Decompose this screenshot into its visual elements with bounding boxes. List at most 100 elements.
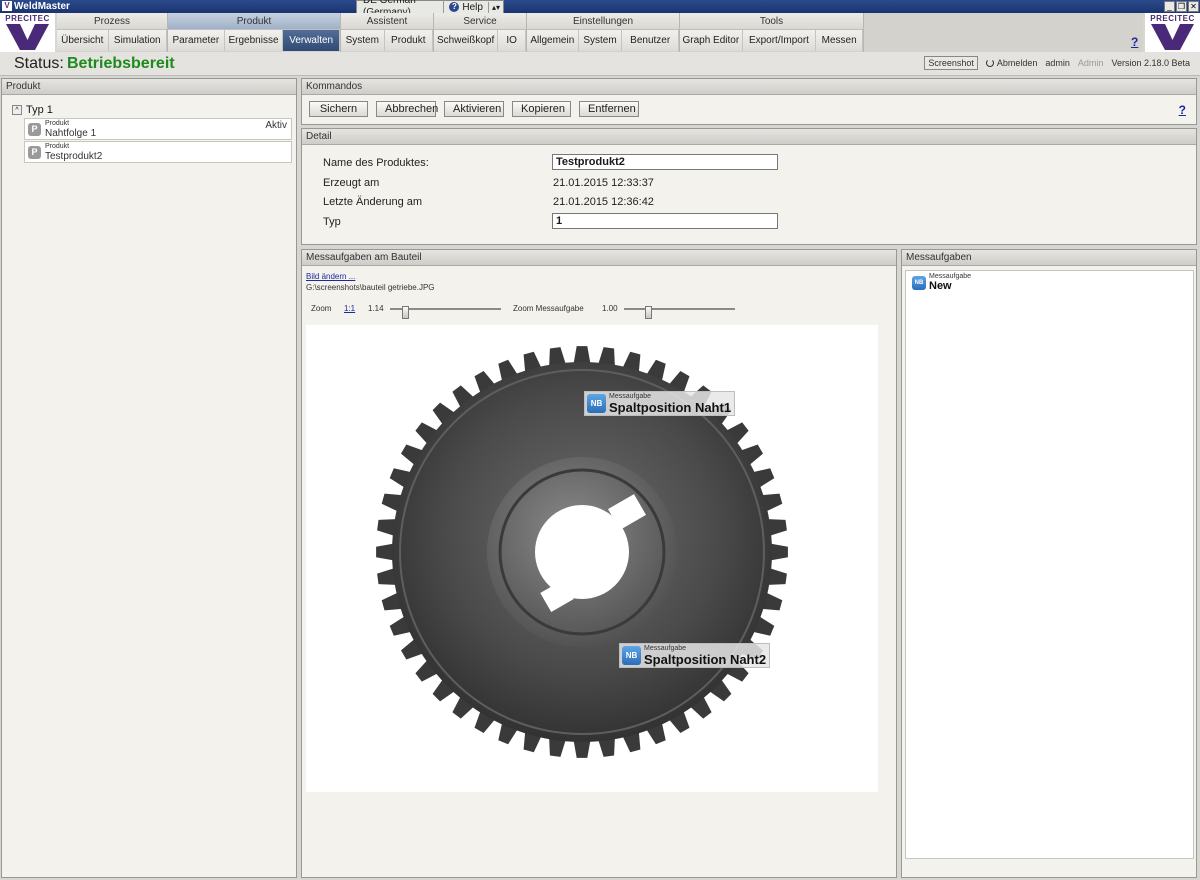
tree-root[interactable]: ^ Typ 1 <box>12 104 53 116</box>
activate-button[interactable]: Aktivieren <box>444 101 504 117</box>
help-label: Help <box>462 1 483 13</box>
logout-label: Abmelden <box>996 58 1038 68</box>
status-right-area: Screenshot Abmelden admin Admin Version … <box>924 56 1190 70</box>
close-button[interactable]: ✕ <box>1188 1 1199 12</box>
question-icon: ? <box>449 2 460 12</box>
menu-help-link[interactable]: ? <box>1131 35 1138 49</box>
menu-item-ergebnisse[interactable]: Ergebnisse <box>224 30 284 51</box>
panel-title: Messaufgaben am Bauteil <box>302 250 896 266</box>
precitec-logo: PRECITEC <box>0 13 55 52</box>
power-icon <box>985 59 994 67</box>
menu-item-parameter[interactable]: Parameter <box>168 30 225 51</box>
version-label: Version 2.18.0 Beta <box>1111 58 1190 68</box>
collapse-icon[interactable]: ^ <box>12 105 22 115</box>
menu-item-system-settings[interactable]: System <box>578 30 623 51</box>
menu-item-verwalten[interactable]: Verwalten <box>283 30 340 51</box>
window-titlebar: V WeldMaster _ ❒ ✕ <box>0 0 1200 13</box>
messaufgaben-panel: Messaufgaben NB Messaufgabe New <box>901 249 1197 878</box>
tree-item-nahtfolge[interactable]: P Produkt Nahtfolge 1 Aktiv <box>24 118 292 140</box>
zoom-task-slider[interactable] <box>624 306 735 319</box>
bauteil-panel: Messaufgaben am Bauteil Bild ändern ... … <box>301 249 897 878</box>
menu-item-export-import[interactable]: Export/Import <box>742 30 817 51</box>
remove-button[interactable]: Entfernen <box>579 101 639 117</box>
task-name: Spaltposition Naht2 <box>644 652 767 667</box>
zoom-reset-link[interactable]: 1:1 <box>344 304 355 313</box>
user-name: admin <box>1045 58 1070 68</box>
logo-text: PRECITEC <box>5 14 50 23</box>
panel-title: Kommandos <box>302 79 1196 95</box>
created-label: Erzeugt am <box>323 177 380 189</box>
scroll-arrows-icon[interactable]: ▴▾ <box>489 3 503 12</box>
app-title: WeldMaster <box>14 1 70 12</box>
zoom-label: Zoom <box>311 304 332 313</box>
minimize-button[interactable]: _ <box>1164 1 1175 12</box>
created-value: 21.01.2015 12:33:37 <box>553 177 654 189</box>
menu-item-messen[interactable]: Messen <box>816 30 863 51</box>
menu-item-system[interactable]: System <box>341 30 385 51</box>
screenshot-button[interactable]: Screenshot <box>924 56 978 70</box>
maximize-button[interactable]: ❒ <box>1176 1 1187 12</box>
menu-group-service: Service Schweißkopf IO <box>434 13 527 52</box>
nb-icon: NB <box>587 394 606 413</box>
tree-item-testprodukt2[interactable]: P Produkt Testprodukt2 <box>24 141 292 163</box>
menu-item-produkt[interactable]: Produkt <box>384 30 433 51</box>
menu-item-uebersicht[interactable]: Übersicht <box>57 30 109 51</box>
status-label: Status: <box>14 55 64 72</box>
product-icon: P <box>28 146 41 159</box>
zoom-value: 1.14 <box>368 304 384 313</box>
status-bar: Status: Betriebsbereit Screenshot Abmeld… <box>0 52 1200 76</box>
menu-item-benutzer[interactable]: Benutzer <box>622 30 679 51</box>
part-image-canvas[interactable]: NB Messaufgabe Spaltposition Naht1 NB Me… <box>306 325 878 792</box>
product-name-input[interactable]: Testprodukt2 <box>552 154 778 170</box>
kommandos-help-link[interactable]: ? <box>1179 103 1186 117</box>
name-label: Name des Produktes: <box>323 157 429 169</box>
menu-item-io[interactable]: IO <box>498 30 526 51</box>
tree-item-type: Produkt <box>45 120 70 127</box>
tree-item-type: Produkt <box>45 143 70 150</box>
cancel-button[interactable]: Abbrechen <box>376 101 438 117</box>
menu-item-simulation[interactable]: Simulation <box>108 30 167 51</box>
window-controls: _ ❒ ✕ <box>1164 0 1199 12</box>
list-item[interactable]: NB Messaufgabe New <box>912 273 971 292</box>
task-tag-naht1[interactable]: NB Messaufgabe Spaltposition Naht1 <box>584 391 736 416</box>
active-badge: Aktiv <box>265 120 287 131</box>
task-tag-naht2[interactable]: NB Messaufgabe Spaltposition Naht2 <box>619 643 771 668</box>
menu-item-schweisskopf[interactable]: Schweißkopf <box>434 30 499 51</box>
logout-button[interactable]: Abmelden <box>985 58 1038 68</box>
menu-group-tools: Tools Graph Editor Export/Import Messen <box>680 13 864 52</box>
menu-group-label: Prozess <box>57 13 167 30</box>
produkt-panel: Produkt ^ Typ 1 P Produkt Nahtfolge 1 Ak… <box>1 78 297 878</box>
panel-title: Produkt <box>2 79 296 95</box>
tree-item-name: Nahtfolge 1 <box>45 128 97 139</box>
image-path: G:\screenshots\bauteil getriebe.JPG <box>306 283 435 292</box>
menu-group-einstellungen: Einstellungen Allgemein System Benutzer <box>527 13 680 52</box>
copy-button[interactable]: Kopieren <box>512 101 571 117</box>
changed-value: 21.01.2015 12:36:42 <box>553 196 654 208</box>
precitec-v-icon <box>1151 24 1194 50</box>
app-logo-icon: V <box>2 1 12 11</box>
type-input[interactable]: 1 <box>552 213 778 229</box>
tree-item-name: Testprodukt2 <box>45 151 103 162</box>
task-name: Spaltposition Naht1 <box>609 400 732 415</box>
menu-group-label: Produkt <box>168 13 340 30</box>
command-toolbar: Sichern Abbrechen Aktivieren Kopieren En… <box>309 101 639 117</box>
changed-label: Letzte Änderung am <box>323 196 423 208</box>
panel-title: Detail <box>302 129 1196 145</box>
zoom-slider-thumb[interactable] <box>402 306 409 319</box>
panel-title: Messaufgaben <box>902 250 1196 266</box>
zoom-task-slider-thumb[interactable] <box>645 306 652 319</box>
type-label: Typ <box>323 216 341 228</box>
menu-item-graph-editor[interactable]: Graph Editor <box>680 30 743 51</box>
save-button[interactable]: Sichern <box>309 101 368 117</box>
menu-group-prozess: Prozess Übersicht Simulation <box>57 13 168 52</box>
task-list: NB Messaufgabe New <box>905 270 1194 859</box>
help-button[interactable]: ? Help <box>444 1 489 13</box>
language-help-bar: DE German (Germany) ? Help ▴▾ <box>356 0 504 19</box>
menu-group-assistent: Assistent System Produkt <box>341 13 434 52</box>
menu-item-allgemein[interactable]: Allgemein <box>527 30 579 51</box>
zoom-slider[interactable] <box>390 306 501 319</box>
precitec-logo-right: PRECITEC <box>1145 13 1200 52</box>
menu-group-label: Einstellungen <box>527 13 679 30</box>
change-image-link[interactable]: Bild ändern ... <box>306 272 355 281</box>
precitec-v-icon <box>6 24 49 50</box>
